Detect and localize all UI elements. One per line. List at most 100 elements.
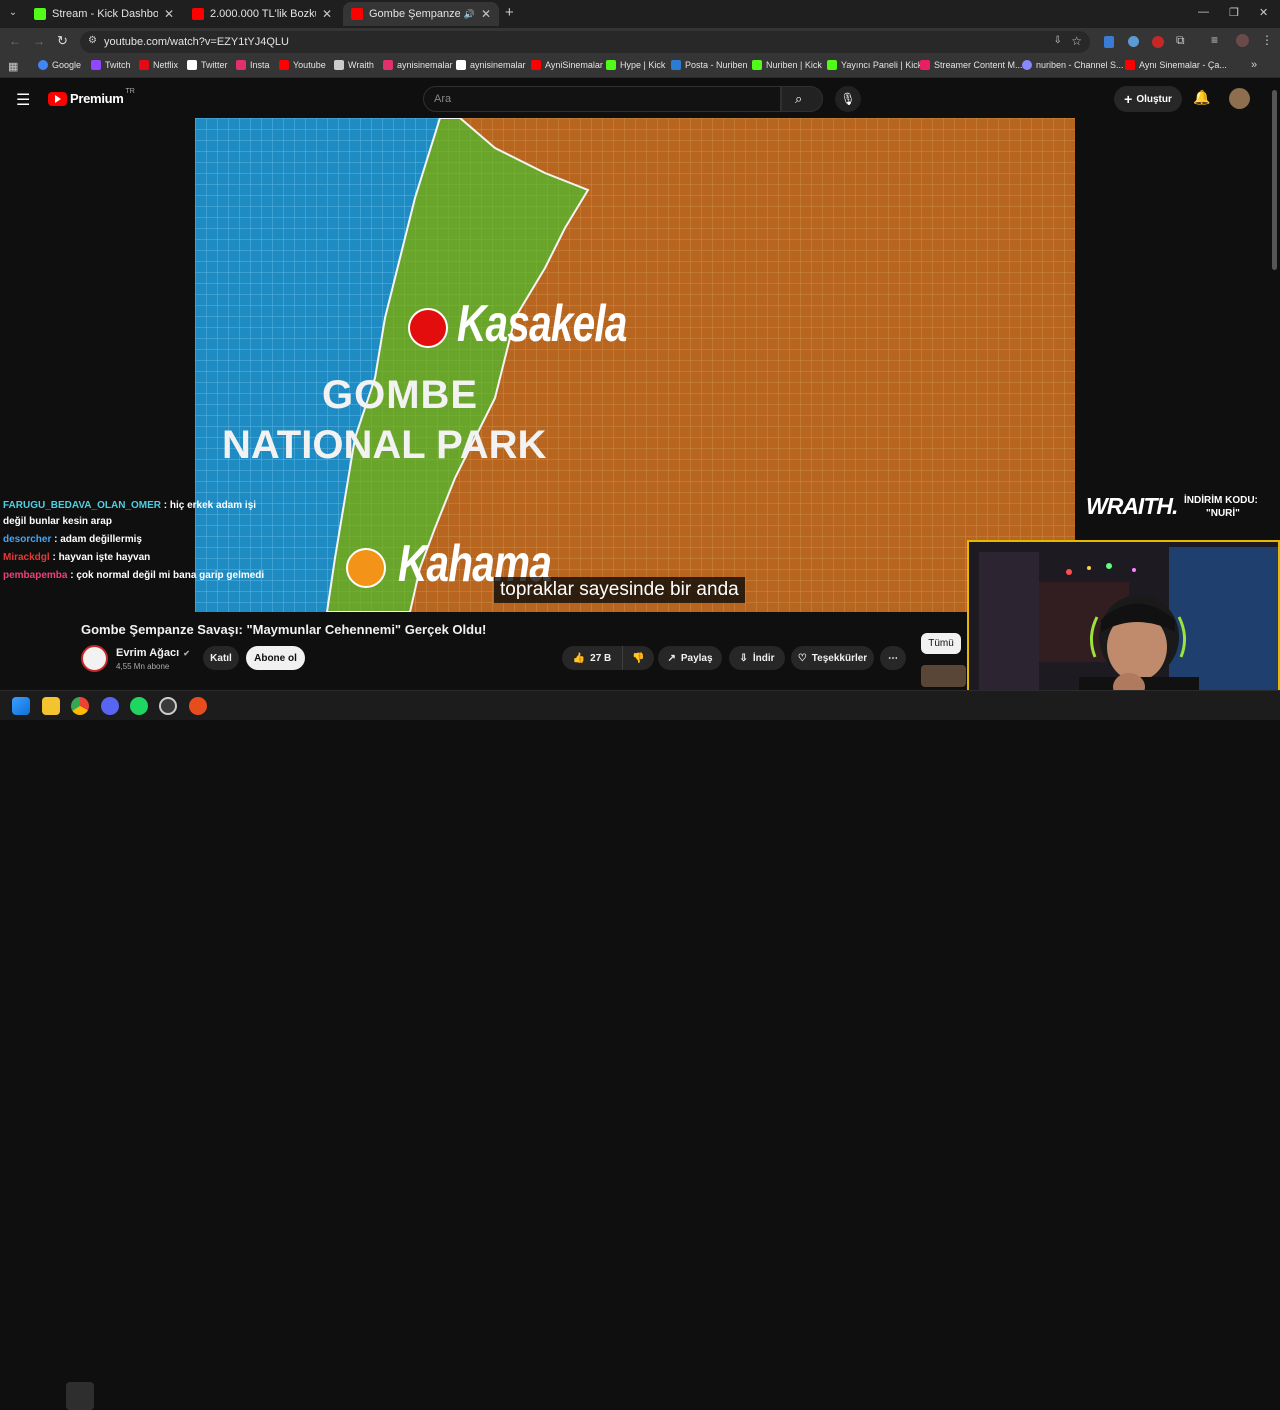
address-bar[interactable]: ⚙ youtube.com/watch?v=EZY1tYJ4QLU ⇩ ☆ [80,31,1090,53]
like-button[interactable]: 👍 27 B [562,646,622,670]
bookmark-label: Posta - Nuriben [685,60,748,70]
bookmark-posta[interactable]: Posta - Nuriben [671,60,748,70]
voice-search-button[interactable]: 🎙 [835,86,861,112]
bookmark-youtube[interactable]: Youtube [279,60,326,70]
bookmark-wraith[interactable]: Wraith [334,60,374,70]
maximize-button[interactable]: ❐ [1229,6,1239,19]
extension-red-icon[interactable] [1152,36,1164,48]
back-icon[interactable]: ← [9,34,21,48]
bookmark-insta[interactable]: Insta [236,60,270,70]
bookmark-yayinci-paneli[interactable]: Yayıncı Paneli | Kick [827,60,922,70]
bookmark-google[interactable]: Google [38,60,81,70]
install-app-icon[interactable]: ⇩ [1054,35,1062,46]
bookmark-nuriben-kick[interactable]: Nuriben | Kick [752,60,822,70]
thanks-button[interactable]: ♡ Teşekkürler [791,646,874,670]
new-tab-button[interactable]: + [505,4,514,21]
bookmarks-bar: ▦ Google Twitch Netflix Twitter Insta Yo… [0,56,1280,78]
bookmark-label: Youtube [293,60,326,70]
thanks-label: Teşekkürler [811,652,868,664]
chat-text: : hayvan işte hayvan [52,552,151,563]
bookmark-label: Google [52,60,82,70]
extensions-puzzle-icon[interactable]: ⧉ [1176,33,1185,48]
apps-grid-icon[interactable]: ▦ [8,60,18,73]
youtube-premium-logo[interactable]: Premium TR [48,88,135,106]
outlook-icon [671,60,681,70]
search-icon: ⌕ [795,91,803,106]
chat-message: FARUGU_BEDAVA_OLAN_OMER : hiç erkek adam… [3,500,256,511]
bookmark-twitch[interactable]: Twitch [91,60,131,70]
close-tab-icon[interactable]: ✕ [164,7,174,21]
more-bookmarks-chevron-icon[interactable]: » [1251,59,1257,71]
chat-text: : hiç erkek adam işi [163,500,257,511]
related-video-thumbnail[interactable] [921,665,966,687]
browser-menu-icon[interactable]: ⋮ [1261,33,1273,47]
download-label: İndir [752,652,775,664]
search-input[interactable]: Ara [423,86,781,112]
filter-chip-all[interactable]: Tümü [921,633,961,654]
page-scrollbar[interactable] [1272,90,1277,270]
chat-message: Mirackdgl : hayvan işte hayvan [3,552,150,563]
bookmark-nuriben-channel[interactable]: nuriben - Channel S... [1022,60,1124,70]
account-avatar[interactable] [1229,88,1250,109]
chrome-icon[interactable] [71,697,89,715]
bookmark-twitter[interactable]: Twitter [187,60,228,70]
bookmark-aynisinemalar-yt[interactable]: AyniSinemalar [531,60,603,70]
close-tab-icon[interactable]: ✕ [322,7,332,21]
extension-shield-icon[interactable] [1104,36,1114,48]
tab-gombe-active[interactable]: Gombe Şempanze Savaşı: " 🔊 ✕ [343,2,499,26]
download-button[interactable]: ⇩ İndir [729,646,785,670]
obs-icon[interactable] [159,697,177,715]
channel-avatar[interactable] [81,645,108,672]
share-button[interactable]: ↗ Paylaş [658,646,722,670]
spotify-icon[interactable] [130,697,148,715]
tab-search-icon[interactable]: ⌄ [6,7,20,21]
bookmark-streamer-content[interactable]: Streamer Content M... [920,60,1023,70]
share-icon: ↗ [667,652,676,664]
tab-title: Stream - Kick Dashboard [52,8,158,20]
dislike-button[interactable]: 👎 [622,646,654,670]
close-window-button[interactable]: ✕ [1259,6,1268,19]
more-dots-icon: ⋯ [888,652,898,664]
tab-kick-dashboard[interactable]: Stream - Kick Dashboard ✕ [26,2,182,26]
kasakela-label: Kasakela [457,295,627,353]
windows-start-icon[interactable] [12,697,30,715]
profile-avatar-icon[interactable] [1236,34,1249,47]
hamburger-menu-icon[interactable]: ☰ [16,90,30,110]
file-explorer-icon[interactable] [42,697,60,715]
create-button[interactable]: + Oluştur [1114,86,1182,112]
close-tab-icon[interactable]: ✕ [481,7,491,21]
chat-text: değil bunlar kesin arap [3,516,112,527]
bookmark-hype-kick[interactable]: Hype | Kick [606,60,665,70]
site-info-icon[interactable]: ⚙ [88,35,97,46]
minimize-button[interactable]: — [1198,6,1209,18]
channel-name: Evrim Ağacı [116,647,180,659]
bookmark-ayni-sinemalar-ca[interactable]: Aynı Sinemalar - Ça... [1125,60,1227,70]
tab-bozkurt[interactable]: 2.000.000 TL'lik Bozkurt Çiftliği ✕ [184,2,340,26]
audio-playing-icon[interactable]: 🔊 [464,9,475,20]
video-player[interactable]: Kasakela GOMBE NATIONAL PARK Kahama topr… [195,118,1075,612]
bookmark-netflix[interactable]: Netflix [139,60,178,70]
forward-icon[interactable]: → [33,34,45,48]
youtube-icon [351,8,363,20]
app-red-icon[interactable] [189,697,207,715]
search-button[interactable]: ⌕ [781,86,823,112]
tab-title: Gombe Şempanze Savaşı: " [369,8,460,20]
discord-icon[interactable] [101,697,119,715]
chat-message: değil bunlar kesin arap [3,516,112,527]
channel-name-row[interactable]: Evrim Ağacı ✔ [116,647,190,659]
reload-icon[interactable]: ↻ [57,33,68,49]
youtube-icon [1125,60,1135,70]
bookmark-aynisinemalar-insta[interactable]: aynisinemalar [383,60,453,70]
join-button[interactable]: Katıl [203,646,239,670]
more-actions-button[interactable]: ⋯ [880,646,906,670]
bookmark-aynisinemalar-x[interactable]: aynisinemalar [456,60,526,70]
subscribe-button[interactable]: Abone ol [246,646,305,670]
notifications-bell-icon[interactable]: 🔔 [1193,89,1210,106]
chat-message: pembapemba : çok normal değil mi bana ga… [3,570,264,581]
media-controls-icon[interactable]: ≡ [1211,33,1218,47]
extension-blue-icon[interactable] [1128,36,1139,47]
url-text: youtube.com/watch?v=EZY1tYJ4QLU [104,36,289,48]
subscriber-count: 4,55 Mn abone [116,662,170,671]
bookmark-star-icon[interactable]: ☆ [1071,34,1082,48]
browser-tab-strip: ⌄ Stream - Kick Dashboard ✕ 2.000.000 TL… [0,0,1280,28]
